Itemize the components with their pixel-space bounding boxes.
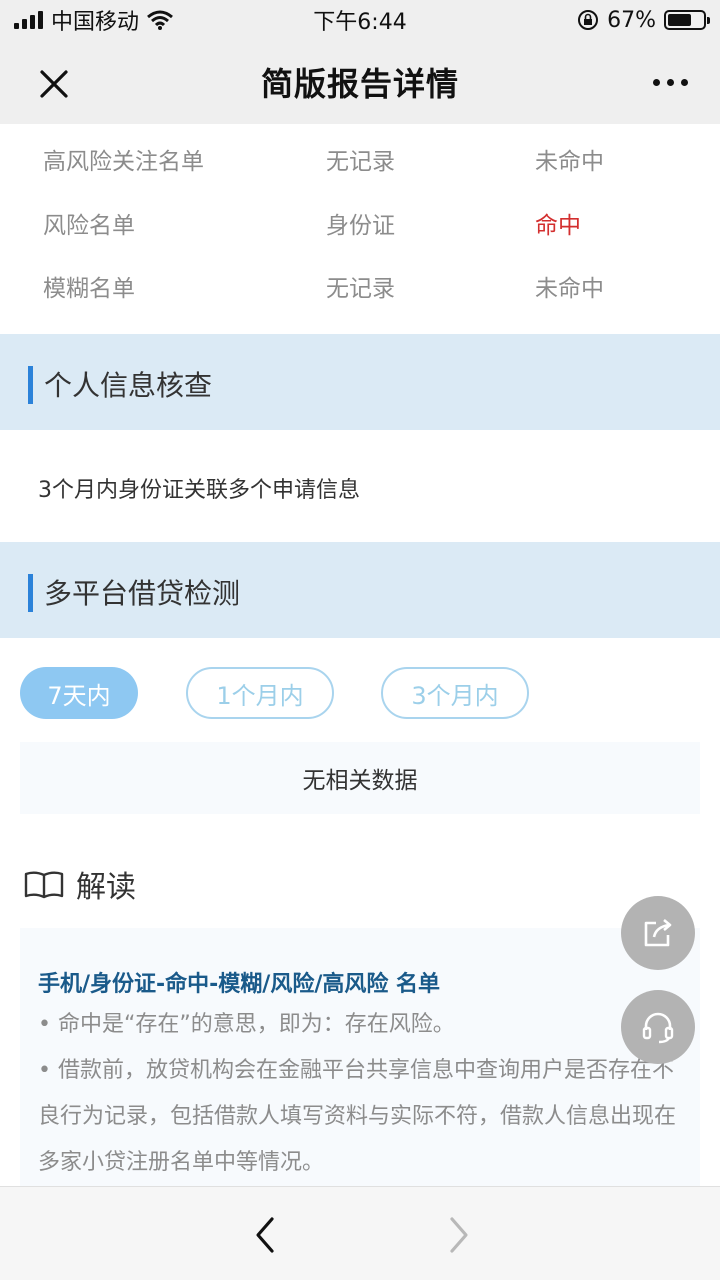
page-title: 简版报告详情 <box>260 65 459 103</box>
back-arrow-icon[interactable] <box>248 1215 284 1255</box>
battery-level <box>668 14 691 26</box>
risk-name: 模糊名单 <box>43 276 135 302</box>
explain-box: 手机/身份证-命中-模糊/风险/高风险 名单 • 命中是“存在”的意思，即为：存… <box>20 928 700 1186</box>
section-accent-bar <box>28 574 33 612</box>
explain-item: • 借款前，放贷机构会在金融平台共享信息中查询用户是否存在不良行为记录，包括借款… <box>38 1058 677 1175</box>
risk-name: 风险名单 <box>43 213 135 239</box>
share-button[interactable] <box>621 896 695 970</box>
orientation-lock-icon <box>578 10 599 30</box>
wifi-icon <box>147 10 173 30</box>
risk-type: 无记录 <box>326 276 395 302</box>
empty-state: 无相关数据 <box>20 742 700 814</box>
explain-title: 手机/身份证-命中-模糊/风险/高风险 名单 <box>38 972 441 997</box>
section-title: 多平台借贷检测 <box>44 577 241 610</box>
tab-1-month[interactable]: 1个月内 <box>186 667 334 719</box>
risk-type: 无记录 <box>326 149 395 175</box>
book-icon <box>24 871 64 899</box>
explain-item: • 命中是“存在”的意思，即为：存在风险。 <box>38 1012 455 1037</box>
signal-icon <box>14 11 43 29</box>
risk-result-hit: 命中 <box>535 213 581 239</box>
battery-percent: 67% <box>607 7 656 33</box>
personal-check-text: 3个月内身份证关联多个申请信息 <box>38 478 360 503</box>
section-personal-check: 个人信息核查 <box>0 334 720 430</box>
explain-heading: 解读 <box>24 862 136 906</box>
tab-3-months[interactable]: 3个月内 <box>381 667 529 719</box>
risk-type: 身份证 <box>326 213 395 239</box>
risk-name: 高风险关注名单 <box>43 149 204 175</box>
headset-icon <box>642 1012 674 1044</box>
bottom-toolbar <box>0 1186 720 1280</box>
risk-result: 未命中 <box>535 149 604 175</box>
customer-service-button[interactable] <box>621 990 695 1064</box>
section-accent-bar <box>28 366 33 404</box>
battery-icon <box>664 10 710 30</box>
close-icon[interactable] <box>32 62 76 106</box>
section-multi-platform: 多平台借贷检测 <box>0 542 720 638</box>
carrier-label: 中国移动 <box>51 10 140 35</box>
more-icon[interactable] <box>653 70 688 94</box>
status-right: 67% <box>577 7 710 33</box>
status-bar: 中国移动 下午6:44 67% <box>0 0 720 40</box>
tab-7-days[interactable]: 7天内 <box>20 667 138 719</box>
risk-result: 未命中 <box>535 276 604 302</box>
nav-bar: 简版报告详情 <box>0 40 720 124</box>
forward-arrow-icon[interactable] <box>440 1215 476 1255</box>
risk-row-fuzzy: 模糊名单 无记录 未命中 <box>0 259 720 307</box>
risk-row-risk: 风险名单 身份证 命中 <box>0 196 720 244</box>
empty-text: 无相关数据 <box>302 768 418 794</box>
section-title: 个人信息核查 <box>44 369 213 402</box>
risk-row-high: 高风险关注名单 无记录 未命中 <box>0 132 720 180</box>
status-left: 中国移动 <box>14 4 173 36</box>
explain-heading-label: 解读 <box>76 870 136 905</box>
share-icon <box>644 919 672 947</box>
risk-list: 高风险关注名单 无记录 未命中 风险名单 身份证 命中 模糊名单 无记录 未命中 <box>0 124 720 334</box>
